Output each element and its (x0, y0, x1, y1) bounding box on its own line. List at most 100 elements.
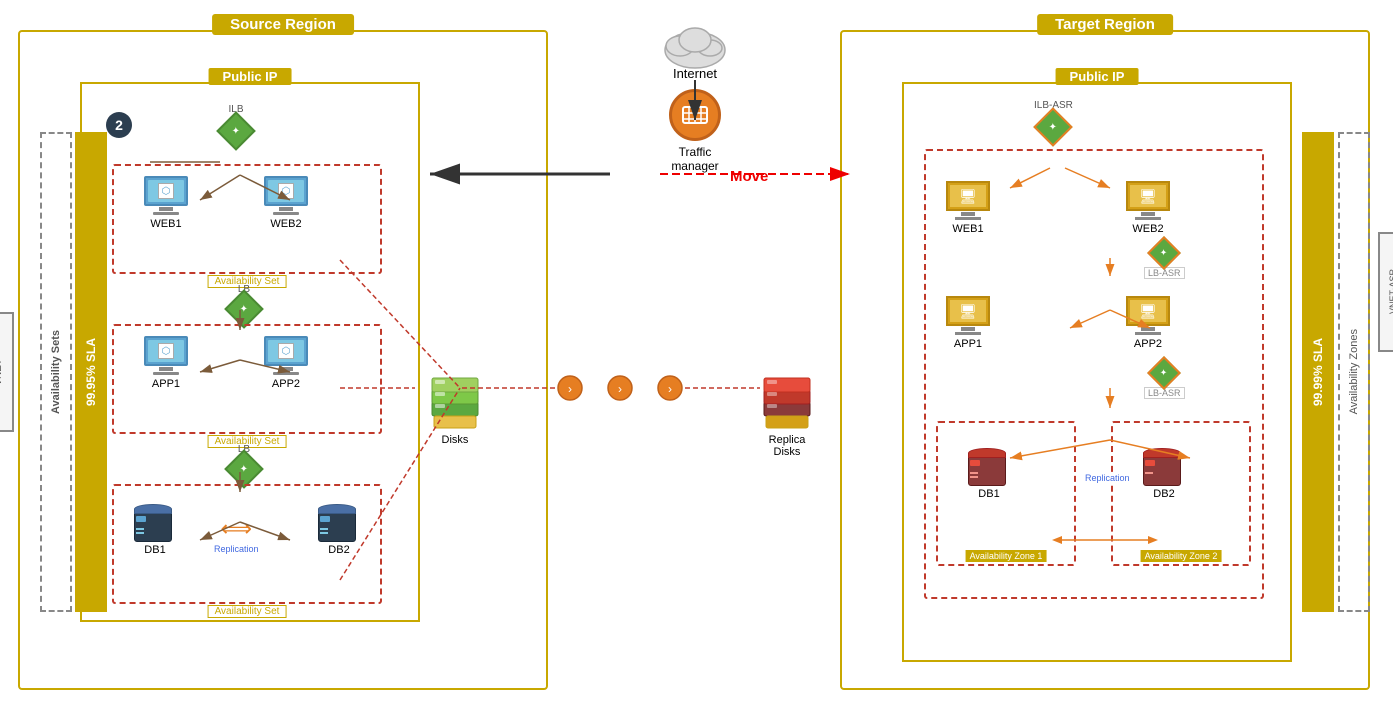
target-vnet-box: VNET-ASR (1378, 232, 1393, 352)
target-ilb-asr-block: ILB-ASR ✦ (1034, 100, 1073, 141)
source-public-ip-label: Public IP (209, 68, 292, 85)
source-replication-label: Replication (214, 544, 259, 554)
target-web2-icon: 🖥 (1126, 181, 1170, 211)
internet-label: Internet (673, 66, 717, 81)
target-public-ip-box: Public IP ILB-ASR ✦ 🖥 (902, 82, 1292, 662)
source-db1-label: DB1 (144, 544, 165, 556)
traffic-manager-label: Trafficmanager (671, 145, 718, 173)
source-vnet-label: VNET (0, 359, 4, 386)
source-app1-block: ⬡ APP1 (144, 336, 188, 390)
target-app1-label: APP1 (954, 338, 982, 350)
target-db2-icon (1143, 438, 1185, 486)
target-app2-icon: 🖥 (1126, 296, 1170, 326)
source-disks-icon (430, 372, 480, 432)
target-sla-label: 99.99% SLA (1311, 338, 1325, 406)
target-ilb-asr-icon: ✦ (1034, 107, 1074, 147)
source-db-avail-set-box: DB1 ⟺ Replication DB2 (112, 484, 382, 604)
replica-disks-block: ReplicaDisks (762, 372, 812, 458)
traffic-manager-block: Trafficmanager (580, 89, 810, 173)
target-app1-block: 🖥 APP1 (946, 296, 990, 350)
source-db2-icon (318, 494, 360, 542)
source-web-avail-set-box: ⬡ WEB1 ⬡ (112, 164, 382, 274)
target-db1-block: DB1 (968, 438, 1010, 500)
source-disks-label: Disks (442, 434, 469, 446)
source-ilb-icon: ✦ (216, 111, 256, 151)
target-db1-icon (968, 438, 1010, 486)
source-replication-arrows: ⟺ (220, 516, 252, 542)
source-public-ip-box: Public IP 2 ILB ✦ (80, 82, 420, 622)
source-app-avail-set-box: ⬡ APP1 ⬡ (112, 324, 382, 434)
target-db2-block: DB2 (1143, 438, 1185, 500)
source-db2-label: DB2 (328, 544, 349, 556)
target-avail-zones-sidebar: Availability Zones (1338, 132, 1370, 612)
svg-text:›: › (568, 382, 572, 396)
source-avail-sets-label: Availability Sets (50, 330, 62, 414)
target-lb-asr-1-icon: ✦ (1147, 236, 1181, 270)
target-web1-block: 🖥 WEB1 (946, 181, 990, 235)
target-vnet-label: VNET-ASR (1388, 269, 1393, 314)
source-web2-icon: ⬡ (264, 176, 308, 206)
target-avail-zone-2-box: DB2 Replication Availability Zone 2 (1111, 421, 1251, 566)
target-avail-zones-label: Availability Zones (1348, 329, 1360, 414)
source-region-box: Source Region Availability Sets 99.95% S… (18, 30, 548, 690)
source-ilb-block: ILB ✦ (222, 104, 250, 145)
target-sla-sidebar: 99.99% SLA (1302, 132, 1334, 612)
target-web2-label: WEB2 (1132, 223, 1163, 235)
traffic-manager-svg (679, 99, 711, 131)
source-app2-icon: ⬡ (264, 336, 308, 366)
source-badge: 2 (106, 112, 132, 138)
source-db-avail-set-label: Availability Set (208, 605, 287, 618)
source-badge-number: 2 (106, 112, 132, 138)
target-lb-asr-2-icon: ✦ (1147, 356, 1181, 390)
target-avail-zone-2-label: Availability Zone 2 (1141, 550, 1222, 562)
source-vnet-box: VNET (0, 312, 14, 432)
replica-disks-label: ReplicaDisks (769, 434, 806, 458)
internet-cloud-icon (660, 20, 730, 70)
target-app2-block: 🖥 APP2 (1126, 296, 1170, 350)
target-inner-dashed-box: 🖥 WEB1 🖥 WEB2 (924, 149, 1264, 599)
source-app2-label: APP2 (272, 378, 300, 390)
target-web1-icon: 🖥 (946, 181, 990, 211)
target-app2-label: APP2 (1134, 338, 1162, 350)
target-region-box: Target Region Availability Zones 99.99% … (840, 30, 1370, 690)
source-replication-block: ⟺ Replication (214, 516, 259, 554)
traffic-manager-icon (669, 89, 721, 141)
target-avail-zone-1-label: Availability Zone 1 (966, 550, 1047, 562)
source-disks-block: Disks (430, 372, 480, 446)
target-app1-icon: 🖥 (946, 296, 990, 326)
source-lb-1-block: LB ✦ (230, 284, 258, 323)
svg-text:›: › (668, 382, 672, 396)
target-public-ip-label: Public IP (1056, 68, 1139, 85)
move-label: Move (730, 168, 768, 185)
source-lb1-icon: ✦ (224, 289, 264, 329)
target-db1-label: DB1 (978, 488, 999, 500)
target-web1-label: WEB1 (952, 223, 983, 235)
source-lb2-icon: ✦ (224, 449, 264, 489)
source-web1-block: ⬡ WEB1 (144, 176, 188, 230)
replica-disks-icon (762, 372, 812, 432)
target-lb-asr-2-block: ✦ LB-ASR (1144, 361, 1185, 399)
source-db1-icon (134, 494, 176, 542)
source-avail-sets-sidebar: Availability Sets (40, 132, 72, 612)
target-avail-zone-1-box: DB1 Availability Zone 1 (936, 421, 1076, 566)
source-web1-icon: ⬡ (144, 176, 188, 206)
internet-block: Internet (580, 20, 810, 81)
source-web1-label: WEB1 (150, 218, 181, 230)
target-web2-block: 🖥 WEB2 (1126, 181, 1170, 235)
source-region-label: Source Region (212, 14, 354, 35)
source-web2-block: ⬡ WEB2 (264, 176, 308, 230)
target-replication-label: Replication (1083, 473, 1132, 483)
source-app2-block: ⬡ APP2 (264, 336, 308, 390)
target-region-label: Target Region (1037, 14, 1173, 35)
source-web2-label: WEB2 (270, 218, 301, 230)
source-lb-2-block: LB ✦ (230, 444, 258, 483)
center-section: Internet Trafficmanager (580, 20, 810, 173)
source-db2-block: DB2 (318, 494, 360, 556)
svg-text:›: › (618, 382, 622, 396)
diagram-container: Source Region Availability Sets 99.95% S… (0, 0, 1393, 727)
target-lb-asr-1-block: ✦ LB-ASR (1144, 241, 1185, 279)
source-app1-label: APP1 (152, 378, 180, 390)
source-app1-icon: ⬡ (144, 336, 188, 366)
source-db1-block: DB1 (134, 494, 176, 556)
target-db2-label: DB2 (1153, 488, 1174, 500)
